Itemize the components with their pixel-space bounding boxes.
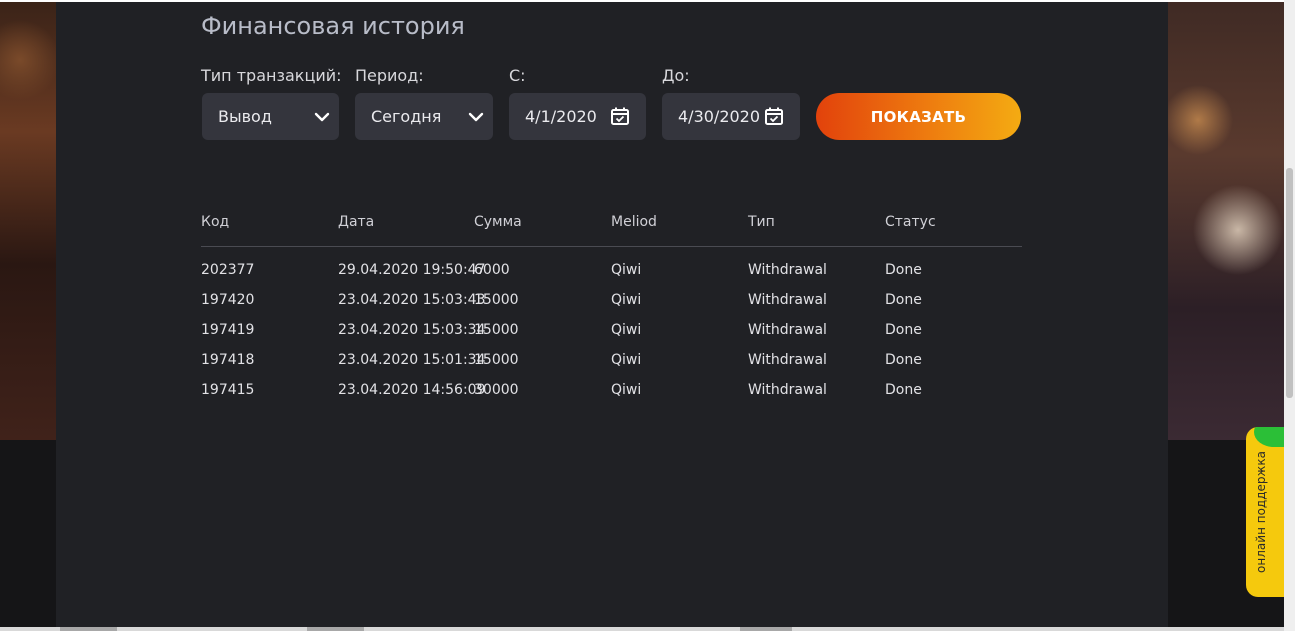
cell-status: Done bbox=[885, 322, 922, 338]
date-from-label: С: bbox=[509, 66, 526, 85]
cell-date: 29.04.2020 19:50:47 bbox=[338, 262, 486, 278]
cell-type: Withdrawal bbox=[748, 352, 827, 368]
page-title: Финансовая история bbox=[201, 12, 465, 40]
cell-amount: 15000 bbox=[474, 292, 519, 308]
calendar-icon[interactable] bbox=[764, 106, 784, 126]
chevron-down-icon bbox=[314, 112, 330, 122]
cell-amount: 6000 bbox=[474, 262, 510, 278]
column-header-status: Статус bbox=[885, 214, 936, 230]
date-to-input[interactable]: 4/30/2020 bbox=[662, 93, 800, 140]
period-select[interactable]: Сегодня bbox=[355, 93, 493, 140]
transaction-type-select[interactable]: Вывод bbox=[202, 93, 339, 140]
cell-status: Done bbox=[885, 352, 922, 368]
horizontal-scrollbar[interactable] bbox=[0, 627, 1284, 631]
table-row: 197419 23.04.2020 15:03:34 15000 Qiwi Wi… bbox=[201, 322, 1022, 342]
transaction-type-label: Тип транзакций: bbox=[201, 66, 342, 85]
cell-date: 23.04.2020 14:56:09 bbox=[338, 382, 486, 398]
cell-amount: 15000 bbox=[474, 352, 519, 368]
cell-status: Done bbox=[885, 262, 922, 278]
date-to-value: 4/30/2020 bbox=[678, 107, 761, 126]
cell-code: 197415 bbox=[201, 382, 255, 398]
column-header-type: Тип bbox=[748, 214, 775, 230]
cell-method: Qiwi bbox=[611, 382, 642, 398]
cell-code: 197419 bbox=[201, 322, 255, 338]
date-from-input[interactable]: 4/1/2020 bbox=[509, 93, 646, 140]
cell-type: Withdrawal bbox=[748, 262, 827, 278]
cell-code: 197420 bbox=[201, 292, 255, 308]
table-divider bbox=[201, 246, 1022, 247]
cell-date: 23.04.2020 15:01:34 bbox=[338, 352, 486, 368]
transaction-type-value: Вывод bbox=[218, 107, 272, 126]
table-row: 197420 23.04.2020 15:03:43 15000 Qiwi Wi… bbox=[201, 292, 1022, 312]
cell-status: Done bbox=[885, 292, 922, 308]
table-row: 197418 23.04.2020 15:01:34 15000 Qiwi Wi… bbox=[201, 352, 1022, 372]
period-label: Период: bbox=[355, 66, 424, 85]
cell-date: 23.04.2020 15:03:34 bbox=[338, 322, 486, 338]
column-header-method: Meliod bbox=[611, 214, 657, 230]
cell-status: Done bbox=[885, 382, 922, 398]
period-value: Сегодня bbox=[371, 107, 442, 126]
online-support-label: онлайн поддержка bbox=[1254, 451, 1268, 573]
cell-date: 23.04.2020 15:03:43 bbox=[338, 292, 486, 308]
background-art-left bbox=[0, 0, 56, 440]
cell-amount: 15000 bbox=[474, 322, 519, 338]
table-row: 202377 29.04.2020 19:50:47 6000 Qiwi Wit… bbox=[201, 262, 1022, 282]
cell-code: 202377 bbox=[201, 262, 255, 278]
date-from-value: 4/1/2020 bbox=[525, 107, 597, 126]
column-header-code: Код bbox=[201, 214, 230, 230]
cell-method: Qiwi bbox=[611, 292, 642, 308]
finance-history-panel: Финансовая история Тип транзакций: Перио… bbox=[56, 0, 1168, 631]
chevron-down-icon bbox=[468, 112, 484, 122]
cell-method: Qiwi bbox=[611, 262, 642, 278]
cell-type: Withdrawal bbox=[748, 382, 827, 398]
table-header: Код Дата Сумма Meliod Тип Статус bbox=[201, 214, 1022, 234]
column-header-date: Дата bbox=[338, 214, 375, 230]
background-art-right bbox=[1168, 0, 1295, 440]
column-header-amount: Сумма bbox=[474, 214, 522, 230]
cell-type: Withdrawal bbox=[748, 292, 827, 308]
online-support-button[interactable]: онлайн поддержка bbox=[1246, 427, 1286, 597]
cell-amount: 30000 bbox=[474, 382, 519, 398]
table-row: 197415 23.04.2020 14:56:09 30000 Qiwi Wi… bbox=[201, 382, 1022, 402]
scrollbar-thumb[interactable] bbox=[1286, 168, 1293, 398]
show-button[interactable]: ПОКАЗАТЬ bbox=[816, 93, 1021, 140]
cell-code: 197418 bbox=[201, 352, 255, 368]
date-to-label: До: bbox=[662, 66, 690, 85]
cell-method: Qiwi bbox=[611, 322, 642, 338]
calendar-icon[interactable] bbox=[610, 106, 630, 126]
cell-type: Withdrawal bbox=[748, 322, 827, 338]
cell-method: Qiwi bbox=[611, 352, 642, 368]
